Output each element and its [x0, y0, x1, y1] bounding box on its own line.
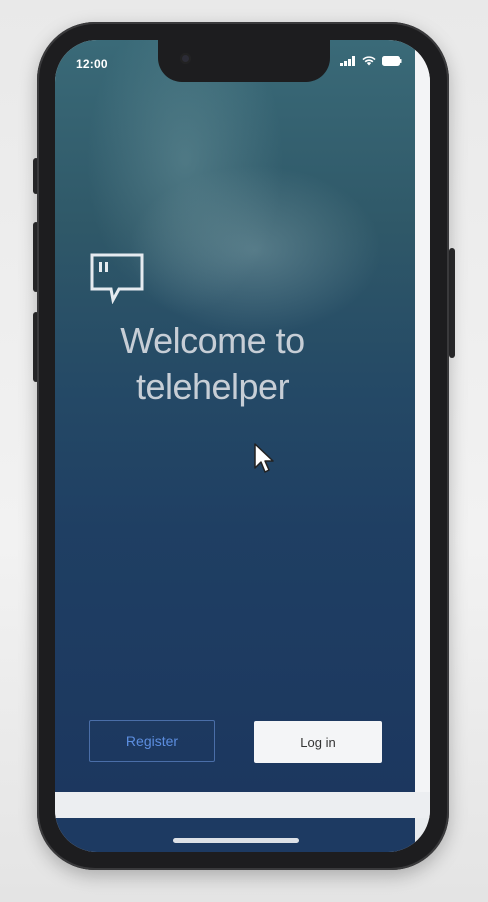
home-indicator[interactable]: [173, 838, 299, 843]
screen-bottom-band: [55, 818, 415, 852]
welcome-screen: [55, 40, 415, 792]
power-button: [449, 248, 455, 358]
login-button[interactable]: Log in: [254, 721, 382, 763]
screen-edge-strip: [415, 40, 430, 792]
screen-bottom-strip: [55, 792, 430, 818]
welcome-title-line2: telehelper: [135, 366, 290, 407]
cellular-signal-icon: [340, 56, 355, 66]
mouse-cursor-icon: [254, 443, 274, 473]
status-icons: [340, 56, 402, 66]
chat-bubble-icon: [90, 253, 144, 304]
front-camera: [180, 53, 191, 64]
register-button[interactable]: Register: [89, 720, 215, 762]
welcome-title: Welcome to telehelper: [60, 318, 365, 410]
welcome-title-line1: Welcome to: [120, 320, 305, 361]
wifi-icon: [362, 56, 376, 66]
battery-icon: [382, 56, 402, 66]
status-time: 12:00: [76, 57, 108, 71]
